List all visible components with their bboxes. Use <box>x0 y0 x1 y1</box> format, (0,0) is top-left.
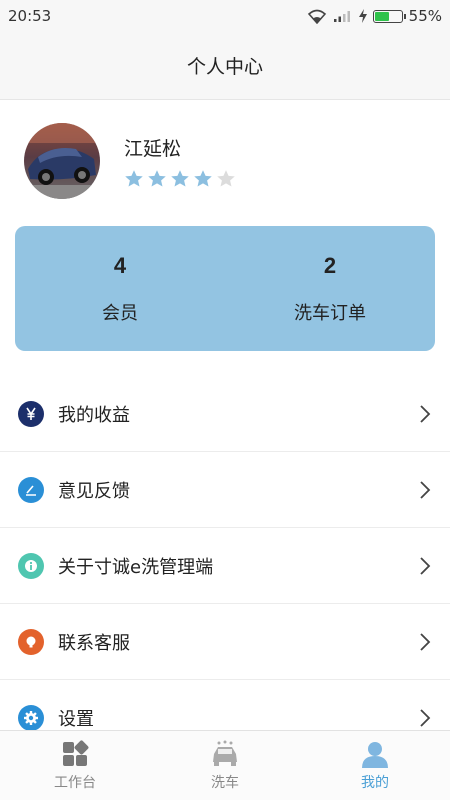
battery-icon <box>372 9 406 23</box>
chevron-right-icon <box>420 480 431 499</box>
page-title: 个人中心 <box>186 56 263 78</box>
menu-item-feedback[interactable]: 意见反馈 <box>0 452 450 528</box>
menu-item-about[interactable]: 关于寸诚e洗管理端 <box>0 528 450 604</box>
user-name: 江延松 <box>124 137 182 160</box>
star-filled-icon <box>171 169 189 186</box>
gear-icon <box>18 704 44 731</box>
stat-members-label: 会员 <box>102 302 138 324</box>
stat-wash-orders-label: 洗车订单 <box>294 302 366 324</box>
info-icon <box>18 552 44 579</box>
tab-mine[interactable]: 我的 <box>300 731 450 800</box>
tab-label: 我的 <box>361 774 389 791</box>
stats-card: 4 会员 2 洗车订单 <box>15 226 435 351</box>
tab-car-wash[interactable]: 洗车 <box>150 731 300 800</box>
star-filled-icon <box>148 169 166 186</box>
chevron-right-icon <box>420 708 431 727</box>
stat-wash-orders-value: 2 <box>323 252 337 278</box>
menu-item-label: 意见反馈 <box>58 480 130 502</box>
chevron-right-icon <box>420 556 431 575</box>
star-filled-icon <box>194 169 212 186</box>
avatar[interactable] <box>24 123 100 199</box>
stat-members[interactable]: 4 会员 <box>15 226 225 351</box>
star-empty-icon <box>217 169 235 186</box>
chevron-right-icon <box>420 632 431 651</box>
menu-item-earnings[interactable]: 我的收益 <box>0 376 450 452</box>
yen-icon <box>18 400 44 427</box>
wifi-icon <box>307 9 326 24</box>
dashboard-icon <box>63 740 89 766</box>
menu-list: 我的收益 意见反馈 关于寸诚e洗管理端 联系客服 设置 <box>0 376 450 756</box>
chevron-right-icon <box>420 404 431 423</box>
status-bar: 20:53 55% <box>0 0 450 32</box>
stat-wash-orders[interactable]: 2 洗车订单 <box>225 226 435 351</box>
charging-icon <box>358 9 367 23</box>
menu-item-label: 我的收益 <box>58 404 130 426</box>
tab-label: 工作台 <box>54 774 96 791</box>
customer-service-icon <box>18 628 44 655</box>
status-time: 20:53 <box>8 7 52 25</box>
status-indicators: 55% <box>307 7 442 25</box>
star-filled-icon <box>125 169 143 186</box>
app-header: 个人中心 <box>0 32 450 100</box>
tab-dashboard[interactable]: 工作台 <box>0 731 150 800</box>
rating-stars <box>124 169 236 189</box>
menu-item-label: 关于寸诚e洗管理端 <box>58 556 214 578</box>
edit-icon <box>18 476 44 503</box>
menu-item-label: 联系客服 <box>58 632 130 654</box>
user-icon <box>362 741 388 768</box>
bottom-tab-bar: 工作台 洗车 我的 <box>0 730 450 800</box>
menu-item-label: 设置 <box>58 708 94 730</box>
stat-members-value: 4 <box>113 252 127 278</box>
tab-label: 洗车 <box>211 774 239 791</box>
battery-percent: 55% <box>408 7 442 25</box>
car-wash-icon <box>213 740 237 766</box>
profile-section[interactable]: 江延松 <box>0 100 450 222</box>
signal-icon <box>333 11 350 22</box>
menu-item-contact-service[interactable]: 联系客服 <box>0 604 450 680</box>
